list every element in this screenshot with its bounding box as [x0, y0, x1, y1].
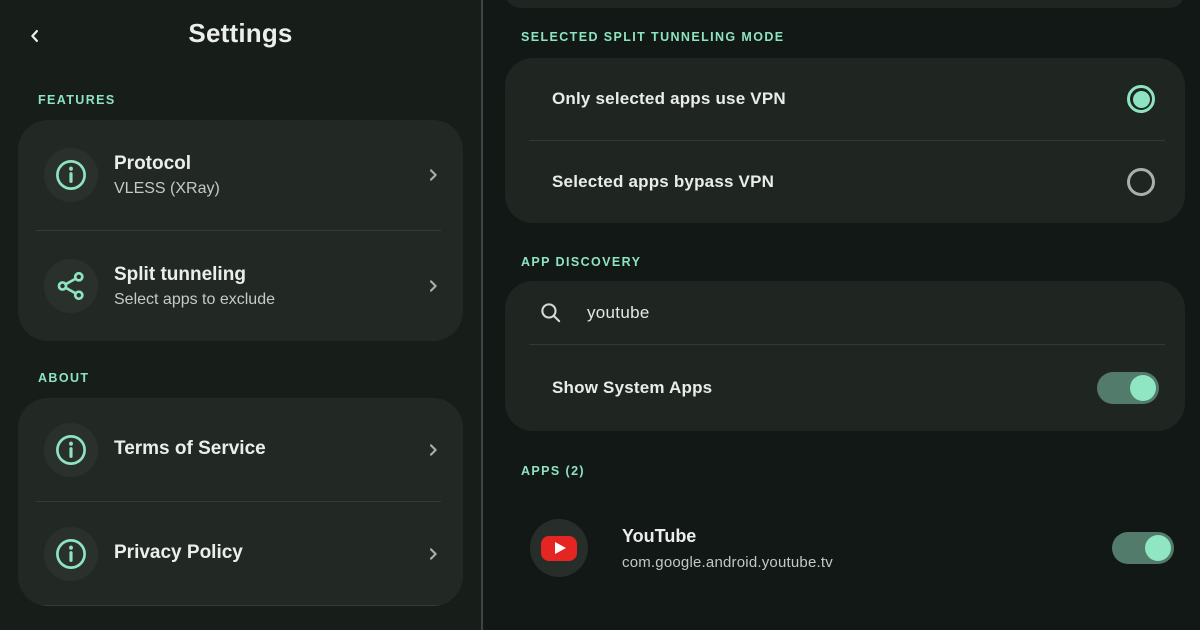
- vpn-settings-screen: Settings FEATURES Protocol VLESS (XRay): [0, 0, 1200, 630]
- settings-item-split-tunneling[interactable]: Split tunneling Select apps to exclude: [18, 231, 463, 341]
- app-search-input[interactable]: [585, 302, 1161, 324]
- section-header-app-discovery: APP DISCOVERY: [521, 255, 1200, 269]
- section-header-features: FEATURES: [38, 93, 481, 107]
- show-system-apps-label: Show System Apps: [552, 378, 712, 398]
- terms-title: Terms of Service: [114, 435, 266, 464]
- about-card: Terms of Service Privacy Policy: [18, 398, 463, 606]
- app-search-row: [505, 281, 1185, 344]
- back-button[interactable]: [20, 22, 50, 52]
- settings-item-privacy-policy[interactable]: Privacy Policy: [18, 502, 463, 605]
- app-package: com.google.android.youtube.tv: [622, 554, 833, 571]
- chevron-right-icon: [425, 167, 441, 183]
- features-card: Protocol VLESS (XRay): [18, 120, 463, 341]
- protocol-title: Protocol: [114, 150, 220, 179]
- settings-header: Settings: [0, 0, 481, 50]
- youtube-app-toggle[interactable]: [1112, 532, 1174, 564]
- share-icon: [44, 259, 98, 313]
- app-texts: YouTube com.google.android.youtube.tv: [622, 525, 833, 570]
- app-discovery-card: Show System Apps: [505, 281, 1185, 431]
- radio-only-selected-apps[interactable]: [1127, 85, 1155, 113]
- partial-card-top: [505, 0, 1185, 8]
- privacy-texts: Privacy Policy: [114, 539, 243, 568]
- section-header-about: ABOUT: [38, 371, 481, 385]
- protocol-texts: Protocol VLESS (XRay): [114, 150, 220, 200]
- protocol-value: VLESS (XRay): [114, 178, 220, 200]
- option-selected-apps-bypass-vpn[interactable]: Selected apps bypass VPN: [505, 141, 1185, 223]
- youtube-badge: [541, 536, 577, 561]
- section-header-apps: APPS (2): [521, 464, 1200, 478]
- show-system-apps-row[interactable]: Show System Apps: [505, 345, 1185, 431]
- settings-sidebar: Settings FEATURES Protocol VLESS (XRay): [0, 0, 481, 630]
- app-name: YouTube: [622, 525, 833, 548]
- chevron-right-icon: [425, 278, 441, 294]
- toggle-thumb: [1130, 375, 1156, 401]
- split-tunneling-panel: SELECTED SPLIT TUNNELING MODE Only selec…: [483, 0, 1200, 630]
- info-icon: [44, 148, 98, 202]
- toggle-thumb: [1145, 535, 1171, 561]
- search-icon: [538, 300, 563, 325]
- chevron-right-icon: [425, 442, 441, 458]
- option-only-selected-apps-use-vpn[interactable]: Only selected apps use VPN: [505, 58, 1185, 140]
- terms-texts: Terms of Service: [114, 435, 266, 464]
- chevron-left-icon: [26, 27, 44, 48]
- show-system-apps-toggle[interactable]: [1097, 372, 1159, 404]
- row-divider: [36, 605, 441, 606]
- split-tunneling-texts: Split tunneling Select apps to exclude: [114, 261, 275, 311]
- settings-item-protocol[interactable]: Protocol VLESS (XRay): [18, 120, 463, 230]
- page-title: Settings: [0, 18, 481, 49]
- youtube-icon: [530, 519, 588, 577]
- chevron-right-icon: [425, 546, 441, 562]
- split-tunneling-subtitle: Select apps to exclude: [114, 289, 275, 311]
- split-mode-card: Only selected apps use VPN Selected apps…: [505, 58, 1185, 223]
- app-list-item-youtube[interactable]: YouTube com.google.android.youtube.tv: [483, 508, 1200, 588]
- radio-selected-apps-bypass[interactable]: [1127, 168, 1155, 196]
- split-tunneling-title: Split tunneling: [114, 261, 275, 290]
- settings-item-terms-of-service[interactable]: Terms of Service: [18, 398, 463, 501]
- option-label: Selected apps bypass VPN: [552, 172, 774, 192]
- play-icon: [555, 542, 566, 554]
- info-icon: [44, 423, 98, 477]
- privacy-title: Privacy Policy: [114, 539, 243, 568]
- section-header-split-mode: SELECTED SPLIT TUNNELING MODE: [521, 30, 785, 44]
- option-label: Only selected apps use VPN: [552, 89, 786, 109]
- info-icon: [44, 527, 98, 581]
